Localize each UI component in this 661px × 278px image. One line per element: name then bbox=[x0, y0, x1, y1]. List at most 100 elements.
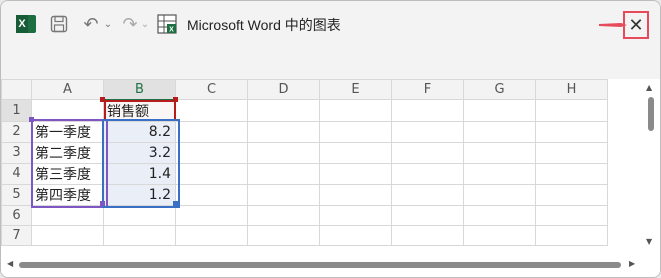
table-row: 1 销售额 bbox=[1, 99, 608, 122]
scroll-right-icon[interactable]: ▶ bbox=[629, 259, 635, 268]
cell[interactable] bbox=[391, 162, 464, 185]
cell[interactable] bbox=[319, 204, 392, 226]
svg-text:X: X bbox=[169, 27, 174, 34]
edit-in-excel-icon[interactable]: X bbox=[156, 13, 178, 35]
cell[interactable] bbox=[535, 162, 608, 185]
cell[interactable] bbox=[391, 183, 464, 206]
cell[interactable] bbox=[319, 141, 392, 164]
row-header-2[interactable]: 2 bbox=[1, 120, 32, 143]
cell-a7[interactable] bbox=[31, 224, 104, 246]
cell[interactable] bbox=[463, 162, 536, 185]
cell[interactable] bbox=[247, 141, 320, 164]
cell[interactable] bbox=[319, 99, 392, 122]
table-row: 7 bbox=[1, 224, 608, 246]
cell[interactable] bbox=[319, 162, 392, 185]
cell[interactable] bbox=[319, 224, 392, 246]
cell[interactable] bbox=[247, 99, 320, 122]
cell[interactable] bbox=[463, 120, 536, 143]
scroll-up-icon[interactable]: ▲ bbox=[646, 83, 652, 92]
cell[interactable] bbox=[247, 183, 320, 206]
horizontal-scrollbar[interactable]: ◀ ▶ bbox=[1, 255, 642, 273]
cell[interactable] bbox=[535, 120, 608, 143]
cell-a5[interactable]: 第四季度 bbox=[31, 183, 104, 206]
vertical-scrollbar[interactable]: ▲ ▼ bbox=[642, 79, 660, 253]
cell[interactable] bbox=[175, 204, 248, 226]
scroll-left-icon[interactable]: ◀ bbox=[7, 259, 13, 268]
category-range-handle[interactable] bbox=[100, 201, 105, 206]
column-header-e[interactable]: E bbox=[319, 79, 392, 100]
select-all-corner[interactable] bbox=[1, 79, 32, 100]
cell-b5[interactable]: 1.2 bbox=[103, 183, 176, 206]
cell-a6[interactable] bbox=[31, 204, 104, 226]
undo-icon[interactable]: ↶ bbox=[80, 13, 102, 35]
title-bar: X ↶ ⌄ ↷ ⌄ X Microsoft Word 中的图表 ✕ bbox=[1, 1, 660, 47]
cell[interactable] bbox=[391, 141, 464, 164]
cell[interactable] bbox=[391, 224, 464, 246]
column-header-d[interactable]: D bbox=[247, 79, 320, 100]
cell[interactable] bbox=[247, 120, 320, 143]
vertical-scroll-thumb[interactable] bbox=[648, 97, 654, 131]
cell[interactable] bbox=[175, 141, 248, 164]
scroll-down-icon[interactable]: ▼ bbox=[646, 237, 652, 246]
cell[interactable] bbox=[175, 120, 248, 143]
category-range-handle[interactable] bbox=[29, 117, 34, 122]
cell[interactable] bbox=[319, 183, 392, 206]
cell-b3[interactable]: 3.2 bbox=[103, 141, 176, 164]
redo-dropdown-icon[interactable]: ⌄ bbox=[140, 13, 150, 35]
cell[interactable] bbox=[391, 204, 464, 226]
column-header-h[interactable]: H bbox=[535, 79, 608, 100]
cell[interactable] bbox=[463, 204, 536, 226]
cell[interactable] bbox=[175, 99, 248, 122]
excel-logo-icon: X bbox=[15, 13, 37, 35]
cell[interactable] bbox=[247, 224, 320, 246]
cell[interactable] bbox=[247, 162, 320, 185]
cell[interactable] bbox=[319, 120, 392, 143]
column-header-row: A B C D E F G H bbox=[1, 79, 608, 101]
column-header-c[interactable]: C bbox=[175, 79, 248, 100]
column-header-f[interactable]: F bbox=[391, 79, 464, 100]
close-icon: ✕ bbox=[628, 14, 644, 36]
redo-icon[interactable]: ↷ bbox=[119, 13, 141, 35]
table-row: 3 第二季度 3.2 bbox=[1, 141, 608, 164]
value-range-handle[interactable] bbox=[173, 201, 178, 206]
row-header-6[interactable]: 6 bbox=[1, 204, 32, 226]
series-name-range-handle[interactable] bbox=[173, 97, 178, 102]
cell[interactable] bbox=[391, 99, 464, 122]
cell[interactable] bbox=[463, 141, 536, 164]
cell-a4[interactable]: 第三季度 bbox=[31, 162, 104, 185]
column-header-b[interactable]: B bbox=[103, 79, 176, 101]
cell-a1[interactable] bbox=[31, 99, 104, 122]
row-header-7[interactable]: 7 bbox=[1, 224, 32, 246]
close-button[interactable]: ✕ bbox=[623, 11, 649, 39]
cell-b6[interactable] bbox=[103, 204, 176, 226]
cell[interactable] bbox=[175, 183, 248, 206]
undo-dropdown-icon[interactable]: ⌄ bbox=[103, 13, 113, 35]
cell-b1[interactable]: 销售额 bbox=[103, 99, 176, 122]
cell[interactable] bbox=[463, 224, 536, 246]
cell-a3[interactable]: 第二季度 bbox=[31, 141, 104, 164]
row-header-3[interactable]: 3 bbox=[1, 141, 32, 164]
cell-a2[interactable]: 第一季度 bbox=[31, 120, 104, 143]
cell[interactable] bbox=[535, 204, 608, 226]
series-name-range-handle[interactable] bbox=[100, 97, 105, 102]
cell[interactable] bbox=[535, 141, 608, 164]
cell[interactable] bbox=[535, 183, 608, 206]
column-header-a[interactable]: A bbox=[31, 79, 104, 100]
cell[interactable] bbox=[247, 204, 320, 226]
cell[interactable] bbox=[391, 120, 464, 143]
cell[interactable] bbox=[175, 162, 248, 185]
cell-b7[interactable] bbox=[103, 224, 176, 246]
horizontal-scroll-thumb[interactable] bbox=[19, 262, 621, 268]
cell-b4[interactable]: 1.4 bbox=[103, 162, 176, 185]
save-icon[interactable] bbox=[49, 13, 69, 35]
row-header-5[interactable]: 5 bbox=[1, 183, 32, 206]
row-header-4[interactable]: 4 bbox=[1, 162, 32, 185]
row-header-1[interactable]: 1 bbox=[1, 99, 32, 122]
cell[interactable] bbox=[535, 99, 608, 122]
cell[interactable] bbox=[535, 224, 608, 246]
column-header-g[interactable]: G bbox=[463, 79, 536, 100]
cell[interactable] bbox=[463, 183, 536, 206]
cell[interactable] bbox=[175, 224, 248, 246]
cell-b2[interactable]: 8.2 bbox=[103, 120, 176, 143]
cell[interactable] bbox=[463, 99, 536, 122]
